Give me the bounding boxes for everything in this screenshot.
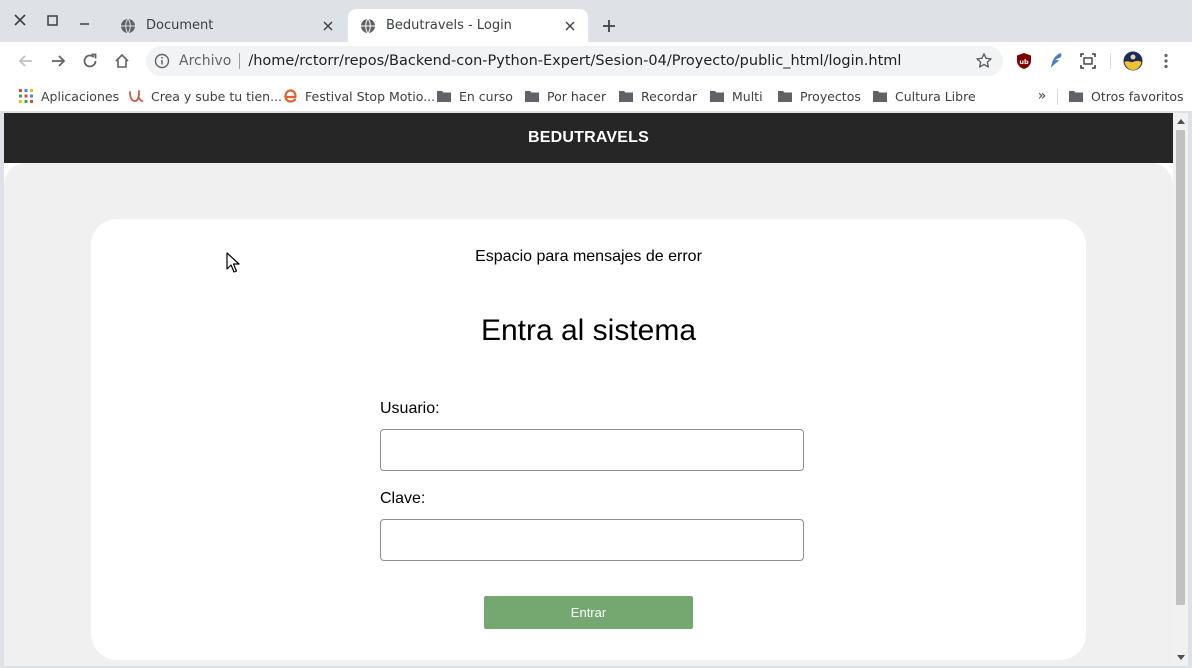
page-scrollbar[interactable] (1173, 113, 1188, 666)
folder-icon (436, 88, 452, 104)
bookmark-label: Otros favoritos (1091, 88, 1184, 104)
ublock-icon[interactable]: ub (1014, 51, 1034, 71)
e-logo-icon (282, 88, 298, 104)
bookmark-star-icon[interactable] (975, 52, 993, 70)
folder-icon (709, 88, 725, 104)
bookmark-folder-recordar[interactable]: Recordar (618, 86, 697, 106)
back-icon[interactable] (14, 49, 38, 73)
page-viewport: BEDUTRAVELS Espacio para mensajes de err… (4, 113, 1188, 666)
username-input[interactable] (380, 429, 804, 471)
screen-capture-icon[interactable] (1078, 51, 1098, 71)
bookmark-folder-otros-favoritos[interactable]: Otros favoritos (1068, 86, 1184, 106)
bookmark-label: Por hacer (547, 88, 607, 104)
password-input[interactable] (380, 519, 804, 561)
apps-grid-icon (18, 88, 34, 104)
password-label: Clave: (380, 490, 426, 507)
tab-close-icon[interactable] (320, 18, 336, 34)
scroll-down-arrow-icon[interactable] (1173, 651, 1188, 663)
mouse-cursor-icon (226, 252, 240, 273)
toolbar-divider (1110, 53, 1111, 69)
info-icon[interactable] (154, 53, 170, 69)
bookmark-crea-y-sube[interactable]: Crea y sube tu tien... (128, 86, 282, 106)
tab-close-icon[interactable] (562, 18, 578, 34)
login-button[interactable]: Entrar (484, 596, 693, 629)
bookmark-folder-multi[interactable]: Multi (709, 86, 763, 106)
site-header: BEDUTRAVELS (4, 113, 1173, 163)
omnibox-divider (239, 53, 241, 69)
bookmarks-bar: Aplicaciones Crea y sube tu tien... Fest… (0, 80, 1192, 112)
page-title: Entra al sistema (480, 314, 697, 347)
reload-icon[interactable] (78, 49, 102, 73)
tab-title: Bedutravels - Login (386, 18, 512, 33)
bookmark-label: Cultura Libre (895, 88, 976, 104)
login-card: Espacio para mensajes de error Entra al … (91, 219, 1086, 660)
svg-text:ub: ub (1019, 58, 1029, 66)
folder-icon (618, 88, 634, 104)
bookmark-folder-en-curso[interactable]: En curso (436, 86, 513, 106)
bookmark-label: Crea y sube tu tien... (151, 88, 283, 104)
tab-strip: Document Bedutravels - Login (0, 0, 1192, 42)
tab-document[interactable]: Document (108, 9, 346, 42)
scheme-label: Archivo (179, 53, 232, 69)
bookmarks-overflow-button[interactable]: » (1034, 86, 1050, 106)
folder-icon (872, 88, 888, 104)
bookmark-folder-cultura-libre[interactable]: Cultura Libre (872, 86, 976, 106)
bookmarks-divider (1057, 89, 1058, 105)
bookmark-label: Recordar (641, 88, 697, 104)
url-text[interactable]: /home/rctorr/repos/Backend-con-Python-Ex… (248, 53, 975, 69)
profile-avatar[interactable] (1123, 51, 1143, 71)
site-brand: BEDUTRAVELS (527, 129, 650, 146)
bookmark-label: Aplicaciones (41, 88, 120, 104)
new-tab-icon[interactable] (598, 15, 620, 37)
menu-kebab-icon[interactable] (1156, 51, 1176, 71)
tab-title: Document (146, 18, 214, 33)
folder-icon (1068, 88, 1084, 104)
bookmark-folder-proyectos[interactable]: Proyectos (777, 86, 861, 106)
window-maximize-icon[interactable] (42, 10, 62, 30)
bookmark-label: Proyectos (800, 88, 861, 104)
folder-icon (524, 88, 540, 104)
scrollbar-thumb[interactable] (1176, 130, 1185, 605)
bookmark-aplicaciones[interactable]: Aplicaciones (18, 86, 119, 106)
bookmark-label: En curso (459, 88, 513, 104)
tab-bedutravels-login[interactable]: Bedutravels - Login (348, 9, 588, 42)
window-close-icon[interactable] (10, 10, 30, 30)
home-icon[interactable] (110, 49, 134, 73)
bookmark-festival-stop-motion[interactable]: Festival Stop Motio... (282, 86, 435, 106)
window-minimize-icon[interactable] (74, 10, 94, 30)
udemy-icon (128, 88, 144, 104)
error-message: Espacio para mensajes de error (475, 248, 702, 265)
bookmark-folder-por-hacer[interactable]: Por hacer (524, 86, 606, 106)
scroll-up-arrow-icon[interactable] (1173, 115, 1188, 127)
globe-icon (121, 18, 135, 33)
globe-icon (361, 18, 375, 33)
browser-toolbar: Archivo /home/rctorr/repos/Backend-con-P… (0, 42, 1192, 80)
feather-extension-icon[interactable] (1046, 51, 1066, 71)
bookmark-label: Multi (732, 88, 763, 104)
username-label: Usuario: (380, 400, 440, 417)
folder-icon (777, 88, 793, 104)
bookmark-label: Festival Stop Motio... (305, 88, 436, 104)
forward-icon[interactable] (46, 49, 70, 73)
address-bar[interactable]: Archivo /home/rctorr/repos/Backend-con-P… (146, 46, 1003, 76)
